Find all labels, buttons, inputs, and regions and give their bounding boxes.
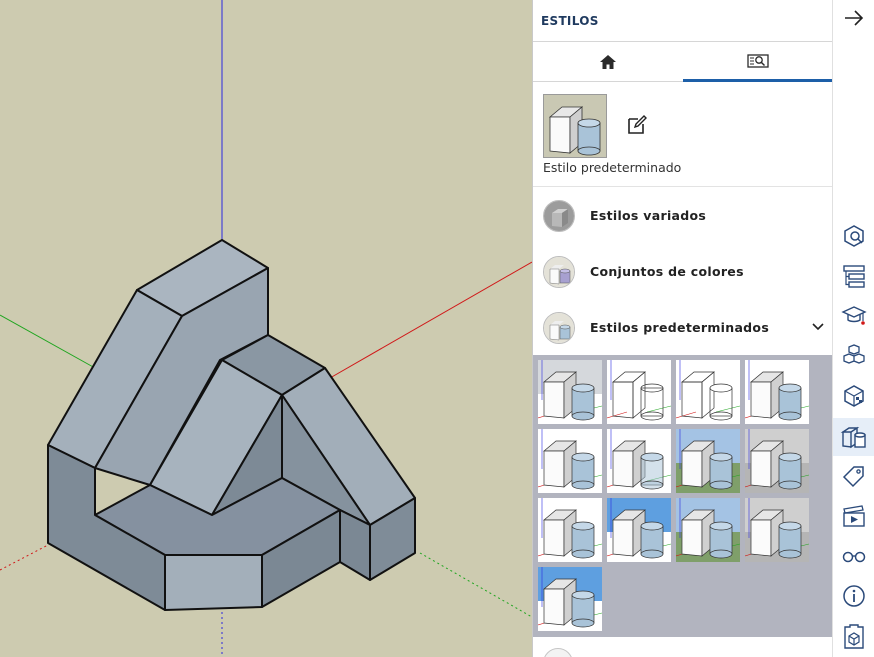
tab-home[interactable] [533, 42, 683, 82]
style-thumbnail[interactable] [607, 429, 671, 493]
edit-icon [628, 115, 647, 134]
scenes-button[interactable] [840, 502, 868, 530]
styles-button[interactable] [833, 418, 874, 456]
style-thumbnail[interactable] [538, 429, 602, 493]
green-axis [0, 314, 96, 369]
components-button[interactable] [840, 342, 868, 370]
style-thumbnail[interactable] [538, 360, 602, 424]
current-style-label: Estilo predeterminado [543, 160, 682, 175]
tags-icon [842, 466, 864, 488]
model-canvas [0, 0, 532, 657]
scenes-icon [843, 505, 865, 527]
green-axis-dotted [419, 552, 532, 618]
edit-style-button[interactable] [625, 113, 649, 137]
model-info-button[interactable] [840, 582, 868, 610]
styles-panel: ESTILOS Estilo predeterminado Estilos va… [532, 0, 832, 657]
category-estilos-variados[interactable]: Estilos variados [533, 188, 832, 244]
style-thumbnail[interactable] [676, 360, 740, 424]
style-thumbnail[interactable] [745, 498, 809, 562]
category-label: Estilos predeterminados [590, 320, 770, 335]
instructor-icon [841, 306, 867, 325]
style-thumbnail-grid [533, 355, 832, 637]
current-style-thumbnail[interactable] [543, 94, 607, 158]
instructor-button[interactable] [840, 302, 868, 330]
style-thumbnail[interactable] [538, 498, 602, 562]
panel-tabs [533, 42, 832, 82]
red-axis-dotted [0, 544, 49, 571]
styles-icon [840, 426, 866, 449]
current-style: Estilo predeterminado [533, 83, 832, 187]
shadows-button[interactable] [840, 542, 868, 570]
category-label: Estilos variados [590, 208, 707, 223]
default-styles-icon [543, 312, 575, 344]
materials-button[interactable] [840, 382, 868, 410]
color-sets-icon [543, 256, 575, 288]
tray-sidebar [832, 0, 874, 657]
browse-styles-icon [747, 53, 769, 68]
components-icon [843, 344, 865, 364]
category-conjuntos-de-colores[interactable]: Conjuntos de colores [533, 244, 832, 300]
tags-button[interactable] [840, 462, 868, 490]
style-thumbnail[interactable] [676, 498, 740, 562]
chevron-down-icon[interactable] [811, 322, 825, 332]
materials-icon [844, 385, 864, 407]
style-thumbnail[interactable] [745, 360, 809, 424]
outliner-icon [843, 265, 865, 288]
outliner-button[interactable] [840, 262, 868, 290]
style-thumbnail[interactable] [676, 429, 740, 493]
3d-model [47, 239, 416, 611]
warehouse-icon [844, 624, 864, 649]
warehouse-button[interactable] [840, 622, 868, 650]
style-thumbnail[interactable] [745, 429, 809, 493]
category-estilos-predeterminados[interactable]: Estilos predeterminados [533, 300, 832, 356]
mixed-styles-icon [543, 200, 575, 232]
arrow-right-icon [845, 10, 864, 26]
modeling-viewport[interactable] [0, 0, 532, 657]
panel-title: ESTILOS [541, 14, 599, 28]
panel-header: ESTILOS [533, 0, 832, 42]
style-thumbnail[interactable] [607, 498, 671, 562]
shadows-glasses-icon [842, 551, 866, 563]
tab-browse-styles[interactable] [683, 42, 832, 82]
next-category-icon[interactable] [543, 648, 573, 657]
home-icon [600, 55, 616, 69]
entity-info-icon [844, 225, 864, 247]
category-label: Conjuntos de colores [590, 264, 744, 279]
entity-info-button[interactable] [840, 222, 868, 250]
style-thumbnail[interactable] [607, 360, 671, 424]
info-icon [843, 585, 865, 607]
red-axis [329, 261, 532, 379]
style-thumbnail[interactable] [538, 567, 602, 631]
collapse-tray-button[interactable] [840, 4, 868, 32]
